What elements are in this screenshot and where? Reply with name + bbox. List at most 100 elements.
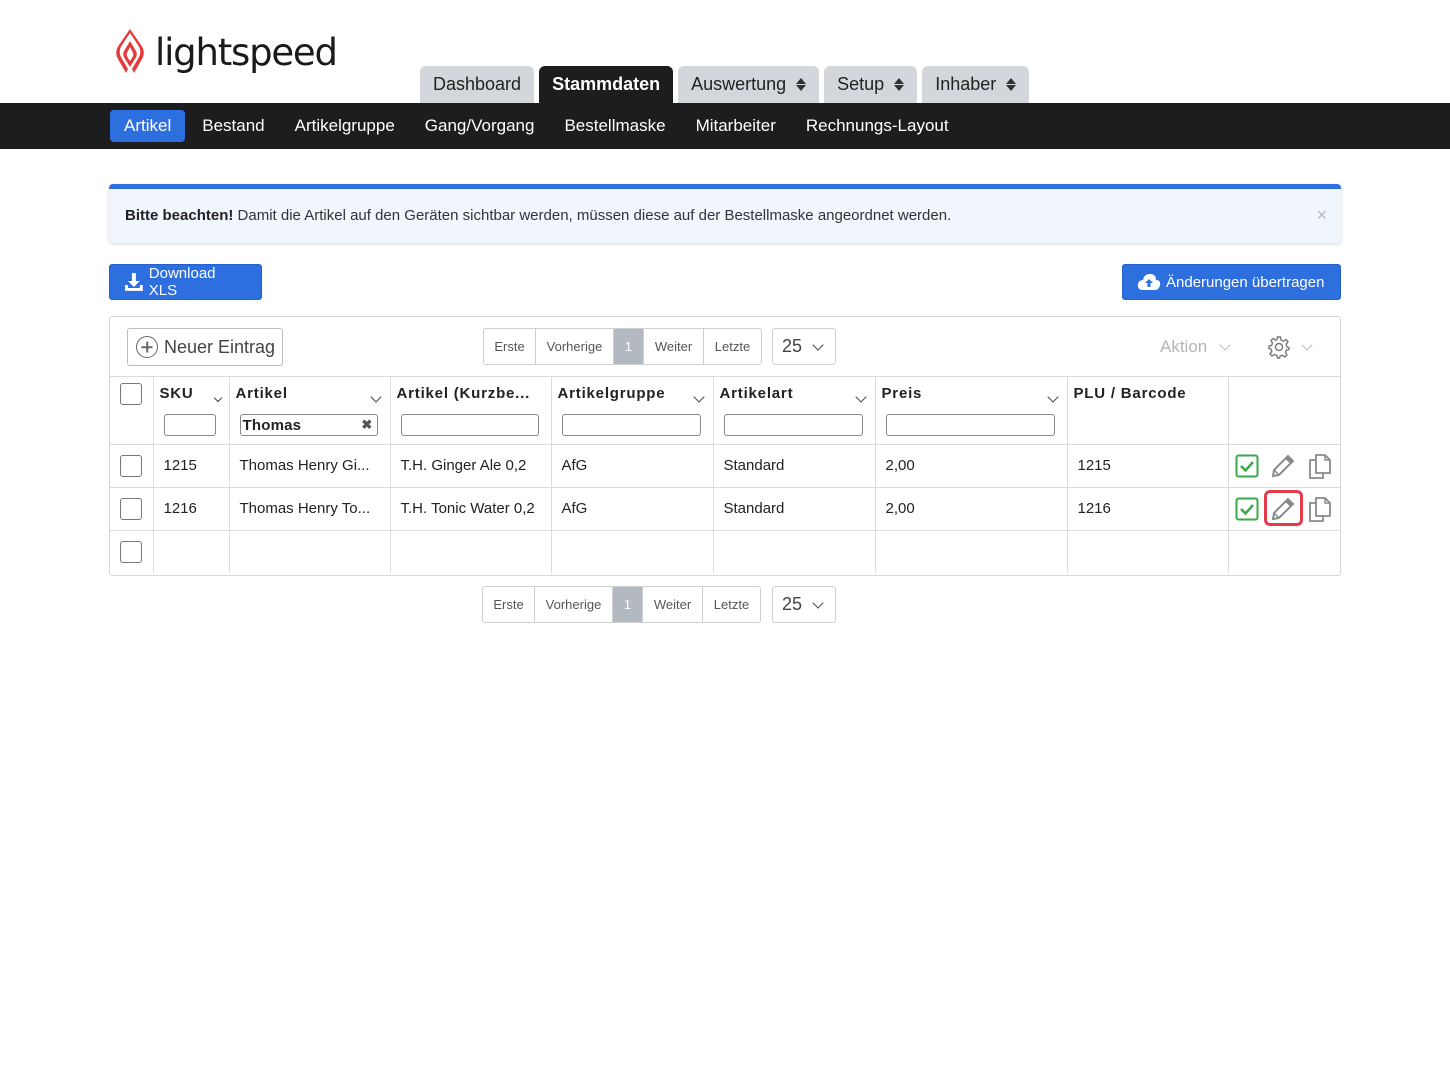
row-checkbox[interactable] [120,454,143,477]
edit-pencil-icon[interactable] [1263,489,1303,526]
row-checkbox[interactable] [120,540,143,563]
row-checkbox[interactable] [120,497,143,520]
filter-input-preis[interactable] [885,414,1055,436]
column-header-artikelart[interactable]: Artikelart [713,377,876,445]
page-size-select[interactable]: 25 [772,586,836,623]
empty-cell[interactable] [551,530,714,573]
articles-table: SKU Artikel Thomas ✖ Artikel (Kurzbe... [110,377,1340,573]
close-icon[interactable]: × [1316,205,1327,226]
tab-label: Inhaber [935,74,997,94]
pager-first[interactable]: Erste [483,587,535,622]
download-icon [124,273,143,291]
cell-sku: 1216 [153,487,230,531]
plus-circle-icon [136,336,158,358]
filter-input-artikel[interactable]: Thomas ✖ [239,414,378,436]
page-size-select[interactable]: 25 [772,328,836,365]
page-size-value: 25 [782,336,803,356]
new-entry-button[interactable]: Neuer Eintrag [127,328,283,366]
column-header-artikelgruppe[interactable]: Artikelgruppe [551,377,714,445]
select-all-checkbox[interactable] [120,383,142,405]
subnav-bestand[interactable]: Bestand [187,110,279,142]
cell-sku: 1215 [153,444,230,488]
new-entry-row[interactable] [110,530,1340,573]
pager-previous[interactable]: Vorherige [536,329,614,364]
row-select-cell [110,444,154,488]
transfer-changes-button[interactable]: Änderungen übertragen [1122,264,1341,300]
filter-value: Thomas [242,416,302,434]
filter-input-kurzbezeichnung[interactable] [400,414,539,436]
subnav-rechnungs-layout[interactable]: Rechnungs-Layout [791,110,964,142]
pager-current-page[interactable]: 1 [613,587,643,622]
column-header-sku[interactable]: SKU [153,377,230,445]
column-label: Preis [881,385,923,402]
cloud-upload-icon [1137,274,1161,290]
pager-next[interactable]: Weiter [644,329,704,364]
clear-filter-icon[interactable]: ✖ [361,417,372,433]
table-row[interactable]: 1215 Thomas Henry Gi... T.H. Ginger Ale … [110,444,1340,488]
pager-first[interactable]: Erste [484,329,536,364]
filter-input-sku[interactable] [163,414,216,436]
cell-artikelart: Standard [713,487,876,531]
filter-input-artikelart[interactable] [723,414,863,436]
sort-icon[interactable] [854,388,867,405]
column-label: Artikel (Kurzbe... [396,385,531,402]
tab-dashboard[interactable]: Dashboard [420,66,535,103]
tab-auswertung[interactable]: Auswertung [678,66,820,103]
active-check-icon[interactable] [1235,454,1259,478]
subnav-gang-vorgang[interactable]: Gang/Vorgang [410,110,550,142]
logo-wordmark: lightspeed [155,30,338,74]
empty-cell [1228,530,1340,573]
column-label: Artikel [235,385,288,402]
subnav-bestellmaske[interactable]: Bestellmaske [549,110,680,142]
empty-cell[interactable] [153,530,230,573]
empty-cell[interactable] [713,530,876,573]
subnav-mitarbeiter[interactable]: Mitarbeiter [681,110,791,142]
copy-icon[interactable] [1307,452,1333,480]
cell-plu: 1216 [1067,487,1229,531]
lightspeed-logo[interactable]: lightspeed [113,27,338,77]
table-header-row: SKU Artikel Thomas ✖ Artikel (Kurzbe... [110,377,1340,445]
column-label: Artikelgruppe [557,385,666,402]
column-label: SKU [159,385,194,402]
app-header: lightspeed Dashboard Stammdaten Auswertu… [0,0,1450,103]
empty-cell[interactable] [875,530,1068,573]
empty-cell[interactable] [390,530,552,573]
tab-label: Dashboard [433,74,522,94]
pager-previous[interactable]: Vorherige [535,587,613,622]
new-entry-label: Neuer Eintrag [164,336,276,357]
pager-last[interactable]: Letzte [704,329,761,364]
column-header-preis[interactable]: Preis [875,377,1068,445]
main-tabs: Dashboard Stammdaten Auswertung Setup In… [420,66,1030,103]
tab-setup[interactable]: Setup [824,66,918,103]
download-label: Download XLS [148,265,216,299]
tab-stammdaten[interactable]: Stammdaten [539,66,674,103]
upload-label: Änderungen übertragen [1166,273,1325,291]
subnav-artikelgruppe[interactable]: Artikelgruppe [280,110,410,142]
empty-cell[interactable] [1067,530,1229,573]
sort-icon[interactable] [213,388,222,405]
column-header-kurzbezeichnung[interactable]: Artikel (Kurzbe... [390,377,552,445]
column-header-plu-barcode[interactable]: PLU / Barcode [1067,377,1229,445]
action-dropdown[interactable]: Aktion [1160,337,1231,357]
copy-icon[interactable] [1307,495,1333,523]
sort-icon[interactable] [369,388,382,405]
grid-toolbar: Neuer Eintrag Erste Vorherige 1 Weiter L… [110,317,1340,377]
row-actions [1228,487,1340,531]
empty-cell[interactable] [229,530,391,573]
edit-pencil-icon[interactable] [1269,452,1297,480]
pager-last[interactable]: Letzte [703,587,760,622]
settings-dropdown[interactable] [1267,335,1313,359]
active-check-icon[interactable] [1235,497,1259,521]
column-label: Artikelart [719,385,794,402]
sort-icon[interactable] [692,388,705,405]
table-row[interactable]: 1216 Thomas Henry To... T.H. Tonic Water… [110,487,1340,531]
download-xls-button[interactable]: Download XLS [109,264,262,300]
cell-plu: 1215 [1067,444,1229,488]
column-header-artikel[interactable]: Artikel Thomas ✖ [229,377,391,445]
pager-next[interactable]: Weiter [643,587,703,622]
sort-icon[interactable] [1046,388,1059,405]
tab-inhaber[interactable]: Inhaber [922,66,1030,103]
subnav-artikel[interactable]: Artikel [110,110,186,142]
filter-input-artikelgruppe[interactable] [561,414,701,436]
pager-current-page[interactable]: 1 [614,329,644,364]
